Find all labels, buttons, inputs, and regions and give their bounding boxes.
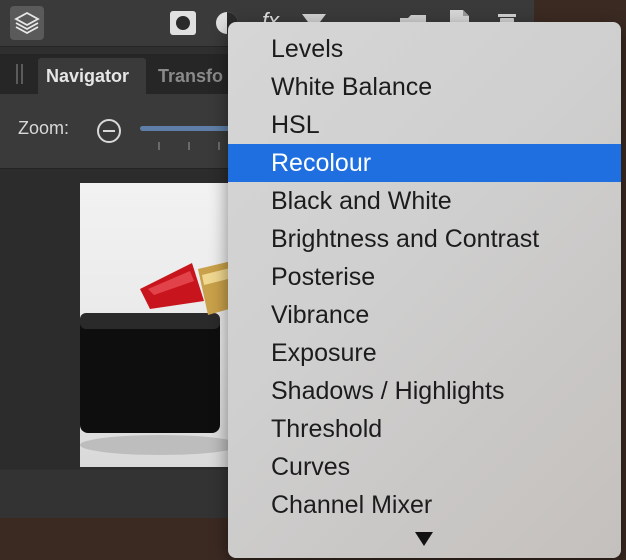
menu-item-white-balance[interactable]: White Balance: [228, 68, 621, 106]
image-thumbnail[interactable]: [80, 183, 250, 467]
menu-item-curves[interactable]: Curves: [228, 448, 621, 486]
record-icon[interactable]: [168, 6, 198, 40]
menu-item-posterise[interactable]: Posterise: [228, 258, 621, 296]
adjustment-menu: Levels White Balance HSL Recolour Black …: [228, 22, 621, 558]
zoom-out-icon[interactable]: [96, 118, 122, 144]
slider-tick: [188, 142, 190, 150]
zoom-label: Zoom:: [18, 118, 70, 138]
slider-tick: [218, 142, 220, 150]
menu-item-channel-mixer[interactable]: Channel Mixer: [228, 486, 621, 524]
menu-item-brightness-and-contrast[interactable]: Brightness and Contrast: [228, 220, 621, 258]
tab-navigator[interactable]: Navigator: [38, 58, 146, 94]
menu-item-black-and-white[interactable]: Black and White: [228, 182, 621, 220]
slider-tick: [158, 142, 160, 150]
menu-item-shadows-highlights[interactable]: Shadows / Highlights: [228, 372, 621, 410]
menu-item-hsl[interactable]: HSL: [228, 106, 621, 144]
menu-item-levels[interactable]: Levels: [228, 30, 621, 68]
tab-transform[interactable]: Transfo: [150, 58, 231, 94]
menu-item-recolour[interactable]: Recolour: [228, 144, 621, 182]
adjustment-menu-list: Levels White Balance HSL Recolour Black …: [228, 30, 621, 524]
scroll-down-arrow-icon[interactable]: [415, 532, 433, 546]
layers-icon[interactable]: [10, 6, 44, 40]
menu-item-exposure[interactable]: Exposure: [228, 334, 621, 372]
menu-item-threshold[interactable]: Threshold: [228, 410, 621, 448]
panel-grip-handle[interactable]: [15, 64, 25, 84]
menu-item-vibrance[interactable]: Vibrance: [228, 296, 621, 334]
